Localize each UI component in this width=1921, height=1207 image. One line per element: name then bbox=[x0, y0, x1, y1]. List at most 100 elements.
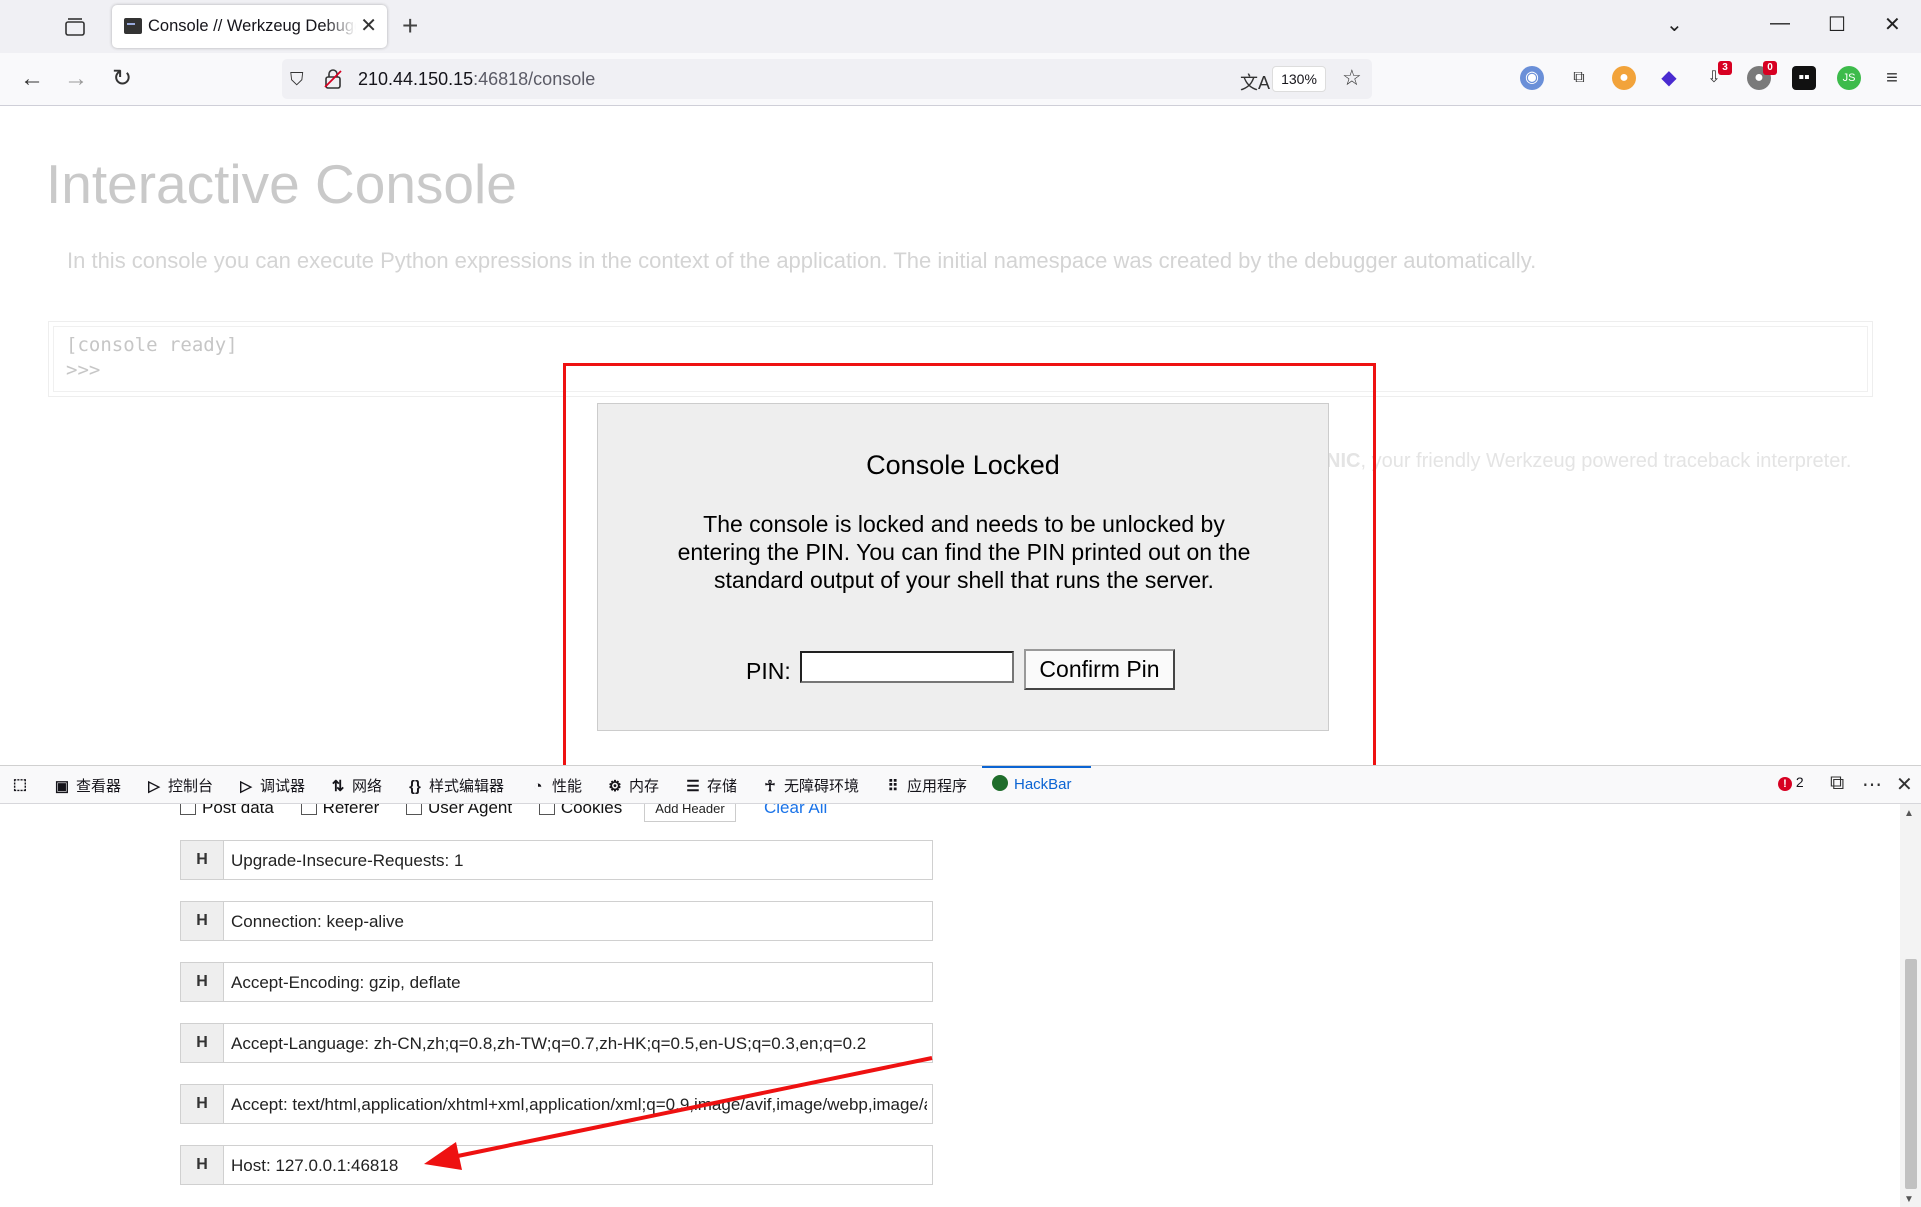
script-extension-icon[interactable]: JS bbox=[1837, 66, 1861, 90]
tab-inspector[interactable]: ▣ 查看器 bbox=[54, 775, 121, 796]
tab-network[interactable]: ⇅ 网络 bbox=[330, 775, 382, 796]
annotation-red-rectangle bbox=[563, 363, 1376, 777]
tab-console[interactable]: Console // Werkzeug Debugger ✕ bbox=[112, 5, 387, 48]
console-icon: ▷ bbox=[148, 778, 160, 795]
minimize-icon[interactable]: — bbox=[1770, 12, 1790, 35]
back-icon[interactable]: ← bbox=[18, 65, 46, 93]
header-tag: H bbox=[181, 963, 224, 1001]
tab-memory-label: 内存 bbox=[629, 778, 660, 795]
translate-icon[interactable]: 文A bbox=[1240, 69, 1270, 95]
menu-icon[interactable]: ≡ bbox=[1880, 66, 1904, 90]
zoom-level[interactable]: 130% bbox=[1272, 66, 1326, 92]
user-agent-checkbox[interactable] bbox=[405, 804, 422, 815]
storage-icon: ☰ bbox=[686, 778, 700, 795]
referer-label: Referer bbox=[322, 804, 380, 817]
hackbar-content: Post data Referer User Agent Cookies Add… bbox=[0, 804, 1900, 1207]
devtools-panel: ⬚ ▣ 查看器 ▷ 控制台 ▷ 调试器 ⇅ 网络 {} 样式编辑器 ◔ 性能 ⚙ 内存 ☰ 存储… bbox=[0, 765, 1921, 1207]
more-options-icon[interactable]: ⋯ bbox=[1862, 772, 1882, 797]
tab-storage-label: 存储 bbox=[707, 778, 738, 795]
header-value[interactable]: Accept-Language: zh-CN,zh;q=0.8,zh-TW;q=… bbox=[231, 1034, 927, 1054]
tab-performance[interactable]: ◔ 性能 bbox=[530, 775, 582, 796]
page-description: In this console you can execute Python e… bbox=[67, 248, 1537, 273]
puzzle-extension-icon[interactable]: ⧉ bbox=[1567, 66, 1591, 90]
tab-hackbar[interactable]: HackBar bbox=[992, 775, 1072, 793]
scroll-down-icon[interactable]: ▼ bbox=[1904, 1194, 1914, 1205]
mask-extension-icon[interactable]: ▪▪ bbox=[1792, 66, 1816, 90]
list-all-tabs-chevron-icon[interactable]: ⌄ bbox=[1666, 12, 1683, 37]
cookies-label: Cookies bbox=[560, 804, 623, 817]
tab-list-icon[interactable] bbox=[62, 15, 88, 39]
hackbar-icon bbox=[992, 775, 1008, 791]
maximize-icon[interactable]: ☐ bbox=[1828, 12, 1846, 37]
error-icon: ! bbox=[1778, 777, 1792, 791]
header-tag: H bbox=[181, 1024, 224, 1062]
tab-style-editor-label: 样式编辑器 bbox=[429, 778, 505, 795]
bell-extension-icon[interactable]: ● 0 bbox=[1747, 61, 1777, 90]
new-tab-icon[interactable]: + bbox=[402, 10, 418, 42]
footer-tagline: , your friendly Werkzeug powered traceba… bbox=[1360, 450, 1852, 472]
header-row[interactable]: H Upgrade-Insecure-Requests: 1 bbox=[180, 840, 933, 880]
header-tag: H bbox=[181, 1085, 224, 1123]
close-devtools-icon[interactable]: ✕ bbox=[1896, 772, 1913, 797]
tab-hackbar-label: HackBar bbox=[1014, 776, 1072, 793]
header-row[interactable]: H Connection: keep-alive bbox=[180, 901, 933, 941]
tab-performance-label: 性能 bbox=[552, 778, 583, 795]
tab-application[interactable]: ⠿ 应用程序 bbox=[885, 775, 968, 796]
forward-icon[interactable]: → bbox=[62, 65, 90, 93]
fox-extension-icon[interactable]: ● bbox=[1612, 66, 1636, 90]
accessibility-icon: ☥ bbox=[764, 778, 776, 795]
header-value[interactable]: Host: 127.0.0.1:46818 bbox=[231, 1156, 927, 1176]
diamond-extension-icon[interactable]: ◆ bbox=[1657, 66, 1681, 90]
download-extension-icon[interactable]: ⇩ 3 bbox=[1702, 61, 1732, 90]
tab-accessibility[interactable]: ☥ 无障碍环境 bbox=[762, 775, 859, 796]
clear-all-link[interactable]: Clear All bbox=[764, 804, 827, 818]
globe-extension-icon[interactable]: ◉ bbox=[1520, 66, 1544, 90]
tab-title: Console // Werkzeug Debugger bbox=[148, 17, 356, 35]
url-text[interactable]: 210.44.150.15:46818/console bbox=[358, 69, 595, 90]
post-data-checkbox[interactable] bbox=[180, 804, 196, 815]
tab-strip: Console // Werkzeug Debugger ✕ + ⌄ — ☐ ✕ bbox=[0, 0, 1921, 53]
cookies-checkbox[interactable] bbox=[538, 804, 555, 815]
header-value[interactable]: Connection: keep-alive bbox=[231, 912, 927, 932]
element-picker-icon[interactable]: ⬚ bbox=[12, 775, 34, 793]
error-counter[interactable]: ! 2 bbox=[1778, 774, 1804, 791]
tab-inspector-label: 查看器 bbox=[76, 778, 122, 795]
footer-text: NIC, your friendly Werkzeug powered trac… bbox=[1326, 450, 1851, 473]
reload-icon[interactable]: ↻ bbox=[108, 65, 136, 93]
insecure-lock-icon[interactable] bbox=[324, 69, 342, 89]
referer-checkbox[interactable] bbox=[300, 804, 317, 815]
performance-icon: ◔ bbox=[533, 778, 543, 795]
tab-memory[interactable]: ⚙ 内存 bbox=[607, 775, 659, 796]
tab-style-editor[interactable]: {} 样式编辑器 bbox=[407, 775, 504, 796]
header-row[interactable]: H Accept: text/html,application/xhtml+xm… bbox=[180, 1084, 933, 1124]
header-row[interactable]: H Accept-Encoding: gzip, deflate bbox=[180, 962, 933, 1002]
memory-icon: ⚙ bbox=[608, 778, 622, 795]
inspector-icon: ▣ bbox=[54, 778, 70, 795]
header-row[interactable]: H Accept-Language: zh-CN,zh;q=0.8,zh-TW;… bbox=[180, 1023, 933, 1063]
url-path: :46818/console bbox=[473, 69, 596, 89]
dock-layout-icon[interactable]: ⧉ bbox=[1830, 772, 1844, 795]
bookmark-star-icon[interactable]: ☆ bbox=[1342, 65, 1362, 91]
header-row[interactable]: H Host: 127.0.0.1:46818 bbox=[180, 1145, 933, 1185]
tab-debugger[interactable]: ▷ 调试器 bbox=[238, 775, 305, 796]
window-close-icon[interactable]: ✕ bbox=[1884, 12, 1901, 37]
shield-icon[interactable]: ⛉ bbox=[290, 69, 304, 90]
url-host: 210.44.150.15 bbox=[358, 69, 474, 89]
console-ready-line: [console ready] bbox=[66, 334, 238, 356]
tab-storage[interactable]: ☰ 存储 bbox=[685, 775, 737, 796]
network-icon: ⇅ bbox=[331, 778, 345, 795]
address-bar[interactable]: ⛉ 210.44.150.15:46818/console 文A 130% ☆ bbox=[282, 59, 1372, 99]
header-tag: H bbox=[181, 902, 224, 940]
page-content: Interactive Console In this console you … bbox=[0, 106, 1921, 777]
tab-console-devtools[interactable]: ▷ 控制台 bbox=[146, 775, 213, 796]
header-value[interactable]: Accept-Encoding: gzip, deflate bbox=[231, 973, 927, 993]
scrollbar-thumb[interactable] bbox=[1905, 959, 1917, 1189]
active-tab-indicator bbox=[982, 766, 1091, 768]
close-icon[interactable]: ✕ bbox=[360, 15, 377, 37]
download-badge: 3 bbox=[1718, 61, 1732, 75]
hackbar-options: Post data Referer User Agent Cookies bbox=[180, 804, 644, 818]
add-header-button[interactable]: Add Header bbox=[644, 804, 736, 822]
header-value[interactable]: Upgrade-Insecure-Requests: 1 bbox=[231, 851, 927, 871]
scroll-up-icon[interactable]: ▲ bbox=[1904, 808, 1914, 819]
header-value[interactable]: Accept: text/html,application/xhtml+xml,… bbox=[231, 1095, 927, 1115]
